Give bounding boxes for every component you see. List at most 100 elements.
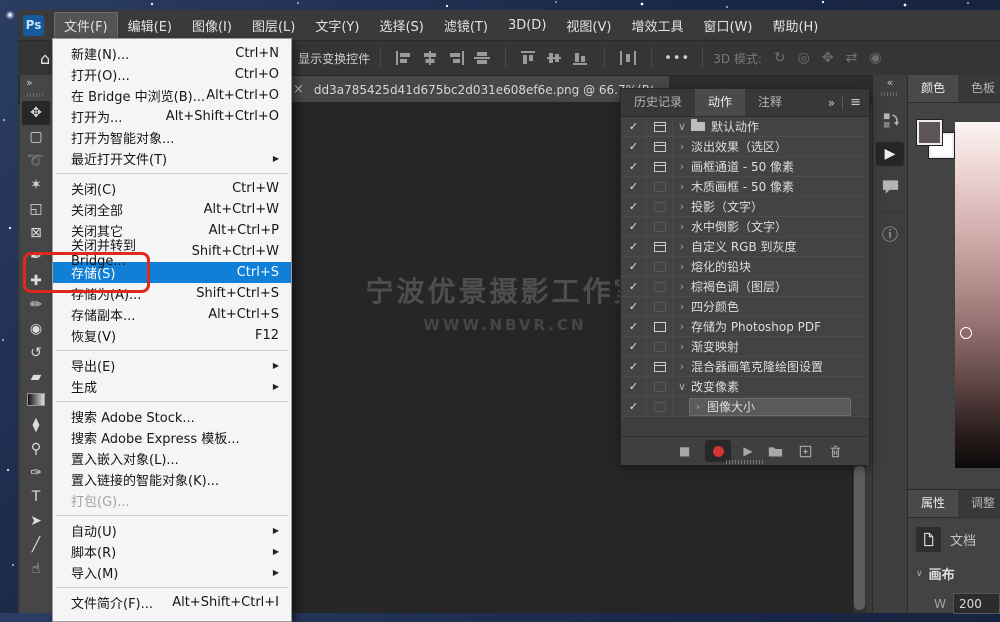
toolbar-collapse-icon[interactable]: » (20, 75, 33, 91)
action-row[interactable]: ✓›水中倒影（文字） (621, 217, 869, 237)
menubar-item[interactable]: 增效工具 (621, 12, 693, 39)
action-row[interactable]: ✓›图像大小 (621, 397, 869, 417)
collapse-arrow-icon[interactable]: ∨ (673, 120, 691, 133)
marquee-tool[interactable]: ▢ (22, 125, 50, 149)
action-enabled-checkbox[interactable]: ✓ (621, 257, 647, 276)
action-row[interactable]: ✓›四分颜色 (621, 297, 869, 317)
file-menu-item[interactable]: 打包(G)... (53, 490, 291, 511)
history-brush-tool[interactable]: ↺ (22, 341, 50, 365)
expand-arrow-icon[interactable]: › (673, 140, 691, 153)
action-enabled-checkbox[interactable]: ✓ (621, 117, 647, 136)
action-enabled-checkbox[interactable]: ✓ (621, 337, 647, 356)
lasso-tool[interactable]: ➰ (22, 149, 50, 173)
pan-3d-icon[interactable]: ✥ (822, 50, 834, 66)
file-menu-item[interactable]: 打开为...Alt+Shift+Ctrl+O (53, 106, 291, 127)
action-row[interactable]: ✓∨默认动作 (621, 117, 869, 137)
dock-grip[interactable] (881, 92, 899, 96)
blur-tool[interactable]: ⧫ (22, 413, 50, 437)
align-top-icon[interactable] (518, 50, 540, 66)
line-tool[interactable]: ╱ (22, 533, 50, 557)
action-row[interactable]: ✓›投影（文字） (621, 197, 869, 217)
panel-tab-历史记录[interactable]: 历史记录 (621, 89, 695, 116)
align-bottom-icon[interactable] (570, 50, 592, 66)
menubar-item[interactable]: 选择(S) (369, 12, 433, 39)
menubar-item[interactable]: 文字(Y) (305, 12, 369, 39)
action-row[interactable]: ✓›淡出效果（选区） (621, 137, 869, 157)
expand-arrow-icon[interactable]: › (673, 240, 691, 253)
panel-tab-动作[interactable]: 动作 (695, 89, 745, 116)
action-enabled-checkbox[interactable]: ✓ (621, 137, 647, 156)
expand-arrow-icon[interactable]: › (673, 180, 691, 193)
file-menu-item[interactable]: 最近打开文件(T)▶ (53, 148, 291, 169)
action-row[interactable]: ✓›棕褐色调（图层） (621, 277, 869, 297)
action-enabled-checkbox[interactable]: ✓ (621, 377, 647, 396)
width-input[interactable]: 200 (953, 593, 1000, 614)
panel-menu-icon[interactable]: ≡ (850, 95, 861, 110)
panel-expand-icon[interactable]: » (828, 96, 835, 110)
crop-tool[interactable]: ◱ (22, 197, 50, 221)
menubar-item[interactable]: 窗口(W) (693, 12, 762, 39)
dialog-toggle[interactable] (647, 237, 673, 256)
align-horizontal-centers-icon[interactable] (471, 50, 493, 66)
file-menu-item[interactable]: 新建(N)...Ctrl+N (53, 43, 291, 64)
orbit-3d-icon[interactable]: ↻ (774, 50, 786, 66)
dialog-toggle[interactable] (647, 117, 673, 136)
file-menu-item[interactable]: 搜索 Adobe Stock... (53, 406, 291, 427)
panel-tab-调整[interactable]: 调整 (958, 490, 1000, 517)
file-menu-item[interactable]: 置入嵌入对象(L)... (53, 448, 291, 469)
expand-arrow-icon[interactable]: › (673, 360, 691, 373)
new-action-button[interactable] (798, 444, 813, 459)
dialog-toggle[interactable] (647, 297, 673, 316)
panel-tab-注释[interactable]: 注释 (745, 89, 795, 116)
document-tab[interactable]: × dd3a785425d41d675bc2d031e608ef6e.png @… (283, 76, 669, 103)
file-menu-item[interactable]: 文件简介(F)...Alt+Shift+Ctrl+I (53, 592, 291, 613)
toolbar-grip[interactable] (27, 93, 45, 97)
file-menu-item[interactable]: 恢复(V)F12 (53, 325, 291, 346)
clone-stamp-tool[interactable]: ◉ (22, 317, 50, 341)
gradient-tool[interactable] (22, 389, 50, 413)
action-enabled-checkbox[interactable]: ✓ (621, 297, 647, 316)
panel-tab-颜色[interactable]: 颜色 (908, 75, 958, 102)
action-enabled-checkbox[interactable]: ✓ (621, 357, 647, 376)
action-enabled-checkbox[interactable]: ✓ (621, 157, 647, 176)
menubar-item[interactable]: 文件(F) (54, 12, 118, 39)
dock-collapse-icon[interactable]: « (887, 75, 894, 90)
file-menu-item[interactable]: 在 Bridge 中浏览(B)...Alt+Ctrl+O (53, 85, 291, 106)
panel-tab-色板[interactable]: 色板 (958, 75, 1000, 102)
action-enabled-checkbox[interactable]: ✓ (621, 217, 647, 236)
info-panel-icon[interactable]: ⓘ (876, 221, 904, 245)
file-menu-item[interactable]: 导出(E)▶ (53, 355, 291, 376)
history-panel-icon[interactable] (876, 109, 904, 133)
camera-3d-icon[interactable]: ◉ (869, 50, 881, 66)
color-picker-field[interactable] (955, 122, 1000, 468)
collapse-arrow-icon[interactable]: ∨ (673, 380, 691, 393)
actions-panel-icon[interactable]: ▶ (876, 142, 904, 166)
dialog-toggle[interactable] (647, 397, 673, 416)
menubar-item[interactable]: 图层(L) (242, 12, 305, 39)
file-menu-item[interactable]: 搜索 Adobe Express 模板... (53, 427, 291, 448)
file-menu-item[interactable]: 导入(M)▶ (53, 562, 291, 583)
stop-button[interactable]: ■ (679, 444, 690, 458)
distribute-horizontal-icon[interactable] (617, 50, 639, 66)
type-tool[interactable]: T (22, 485, 50, 509)
align-middle-icon[interactable] (544, 50, 566, 66)
dialog-toggle[interactable] (647, 357, 673, 376)
dodge-tool[interactable]: ⚲ (22, 437, 50, 461)
action-row[interactable]: ✓›熔化的铅块 (621, 257, 869, 277)
dialog-toggle[interactable] (647, 217, 673, 236)
expand-arrow-icon[interactable]: › (673, 280, 691, 293)
expand-arrow-icon[interactable]: › (673, 340, 691, 353)
align-vertical-centers-icon[interactable] (419, 50, 441, 66)
file-menu-item[interactable]: 自动(U)▶ (53, 520, 291, 541)
menubar-item[interactable]: 编辑(E) (118, 12, 182, 39)
hand-tool[interactable]: ☝ (22, 557, 50, 581)
pen-tool[interactable]: ✑ (22, 461, 50, 485)
slide-3d-icon[interactable]: ⇄ (846, 50, 858, 66)
expand-arrow-icon[interactable]: › (673, 320, 691, 333)
dialog-toggle[interactable] (647, 177, 673, 196)
document-icon[interactable] (916, 527, 941, 552)
file-menu-item[interactable]: 置入链接的智能对象(K)... (53, 469, 291, 490)
color-picker-ring[interactable] (960, 327, 972, 339)
expand-arrow-icon[interactable]: › (689, 400, 707, 413)
expand-arrow-icon[interactable]: › (673, 200, 691, 213)
